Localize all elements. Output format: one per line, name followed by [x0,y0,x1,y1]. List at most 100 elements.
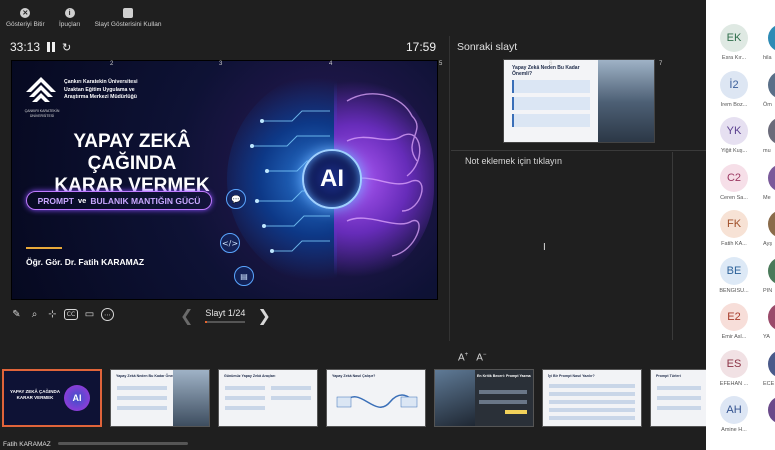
tips-button[interactable]: i İpuçları [55,8,85,28]
avatar[interactable] [768,303,775,331]
notes-scrollbar[interactable] [672,152,673,340]
notes-area[interactable] [451,151,671,341]
slide-title: YAPAY ZEKÂ ÇAĞINDA KARAR VERMEK [32,131,232,197]
university-name: Çankırı Karatekin Üniversitesi Uzaktan E… [64,79,164,102]
current-slide[interactable]: ÇANKIRI KARATEKİN ÜNİVERSİTESİ Çankırı K… [11,60,438,300]
participant-tile[interactable]: EK Esra Kır... [712,24,756,70]
thumbnail-bar [117,396,167,400]
more-options-icon[interactable]: ⋯ [101,308,114,321]
previous-slide-button[interactable]: ❮ [180,306,193,325]
avatar[interactable] [768,210,775,238]
pen-icon[interactable]: ✎ [10,308,23,321]
panel-divider[interactable] [449,36,450,341]
notes-font-controls: A+ A− [458,352,486,363]
pointer-icon[interactable]: ⊹ [46,308,59,321]
thumbnail-image [435,370,475,426]
participant-tile[interactable]: FK Fatih KA... [712,210,756,256]
presenter-toolbar: ✕ Gösteriyi Bitir i İpuçları Slayt Göste… [0,8,162,28]
avatar[interactable] [768,396,775,424]
participant-tile[interactable]: AH Amine H... [712,396,756,442]
thumbnail-title: En Kritik Beceri: Prompt Yazma [477,374,531,378]
participant-name: hila [763,55,772,61]
participant-tile[interactable]: C2 Ceren Sa... [712,163,756,210]
camera-icon[interactable]: ▭ [83,308,96,321]
slide-progress [205,321,246,323]
participant-name: Me [763,194,771,201]
participant-tile[interactable]: ES EFEHAN ... [712,349,756,396]
notes-placeholder[interactable]: Not eklemek için tıklayın [465,156,562,166]
thumbnail-bar [479,400,527,404]
presenter-camera-name: Fatih KARAMAZ [3,441,51,448]
avatar[interactable] [768,117,775,145]
zoom-icon[interactable]: ⌕ [28,308,41,321]
slide-thumbnail[interactable]: İyi Bir Prompt Nasıl Yazılır? [542,369,642,427]
end-show-button[interactable]: ✕ Gösteriyi Bitir [6,8,45,28]
thumbnail-number: 6 [549,61,553,67]
participant-tile[interactable]: BE BENGİSU... [712,256,756,303]
next-slide-preview[interactable]: Yapay Zekâ Neden Bu Kadar Önemli? [503,59,655,143]
slide-thumbnail[interactable]: Yapay Zekâ Neden Bu Kadar Önemli? [110,369,210,427]
slide-counter-label: Slayt 1/24 [205,308,246,318]
participant-name: Ceren Sa... [720,194,748,201]
thumbnail-image [173,370,209,426]
thumbnail-number: 4 [329,61,333,67]
slide-counter[interactable]: Slayt 1/24 [205,308,245,323]
slide-title-line-1: YAPAY ZEKÂ ÇAĞINDA [73,131,191,174]
participant-name: ECE [763,380,775,387]
slide-thumbnail[interactable]: Prompt Türleri [650,369,710,427]
use-slideshow-button[interactable]: Slayt Gösterisini Kullan [95,8,162,28]
participant-tile[interactable]: İ2 İrem Boz... [712,70,756,117]
university-logo [26,77,56,102]
avatar[interactable] [768,24,775,52]
slide-subtitle: PROMPT ve BULANIK MANTIĞIN GÜCÜ [26,191,212,210]
participant-name: Esra Kır... [721,55,747,61]
thumbnail-bar [117,406,167,410]
participant-name: Öm [763,101,772,108]
thumbnail-title: YAPAY ZEKÂ ÇAĞINDA KARAR VERMEK [10,389,61,400]
text-cursor-icon: Ι [543,242,546,253]
thumbnail-bar [549,384,635,388]
avatar[interactable] [768,349,775,378]
slide-thumbnail[interactable]: Yapay Zekâ Nasıl Çalışır? [326,369,426,427]
slide-tools: ✎ ⌕ ⊹ CC ▭ ⋯ [10,308,114,321]
slide-thumbnail[interactable]: Günümüz Yapay Zekâ Araçları [218,369,318,427]
university-line-3: Araştırma Merkezi Müdürlüğü [64,94,137,100]
slide-thumbnail[interactable]: En Kritik Beceri: Prompt Yazma [434,369,534,427]
university-line-2: Uzaktan Eğitim Uygulama ve [64,86,135,93]
restart-timer-icon[interactable]: ↻ [62,41,71,54]
thumbnail-bar [479,390,527,394]
next-slide-button[interactable]: ❯ [257,306,270,325]
thumbnail-diagram [336,394,418,408]
thumbnail-bar [549,408,635,412]
thumbnail-bar [549,400,635,404]
thumbnail-title: Günümüz Yapay Zekâ Araçları [224,374,276,378]
info-icon: i [64,8,75,18]
avatar[interactable] [768,256,775,285]
participant-name: İrem Boz... [720,101,748,108]
document-icon: ▤ [234,266,254,286]
subtitles-icon[interactable]: CC [64,309,78,320]
presenter-view: ✕ Gösteriyi Bitir i İpuçları Slayt Göste… [0,0,710,450]
decrease-font-icon[interactable]: A− [476,352,486,363]
thumbnail-bar [117,386,167,390]
thumbnail-number: 5 [439,61,443,67]
participant-tile[interactable]: E2 Emir Asl... [712,303,756,349]
thumbnail-title: Yapay Zekâ Nasıl Çalışır? [332,374,376,378]
filmstrip-scrollbar[interactable] [58,442,188,445]
participant-name: Fatih KA... [721,241,747,247]
thumbnail-title: Prompt Türleri [656,374,681,378]
participants-panel: EK Esra Kır... hila İ2 İrem Boz... Öm YK Yiğit … [706,0,775,450]
ai-badge: AI [302,149,362,209]
logo-caption: ÇANKIRI KARATEKİN ÜNİVERSİTESİ [24,109,60,118]
increase-font-icon[interactable]: A+ [458,352,468,363]
avatar[interactable] [768,70,775,99]
pause-icon[interactable] [47,42,56,52]
slide-thumbnail[interactable]: YAPAY ZEKÂ ÇAĞINDA KARAR VERMEK AI [2,369,102,427]
subtitle-ve: ve [78,196,87,205]
participant-name: Amine H... [721,427,747,433]
participant-tile[interactable]: YK Yiğit Kuş... [712,117,756,163]
avatar: E2 [720,303,748,331]
slideshow-icon [123,8,134,18]
avatar: BE [720,256,748,285]
avatar[interactable] [768,163,775,192]
